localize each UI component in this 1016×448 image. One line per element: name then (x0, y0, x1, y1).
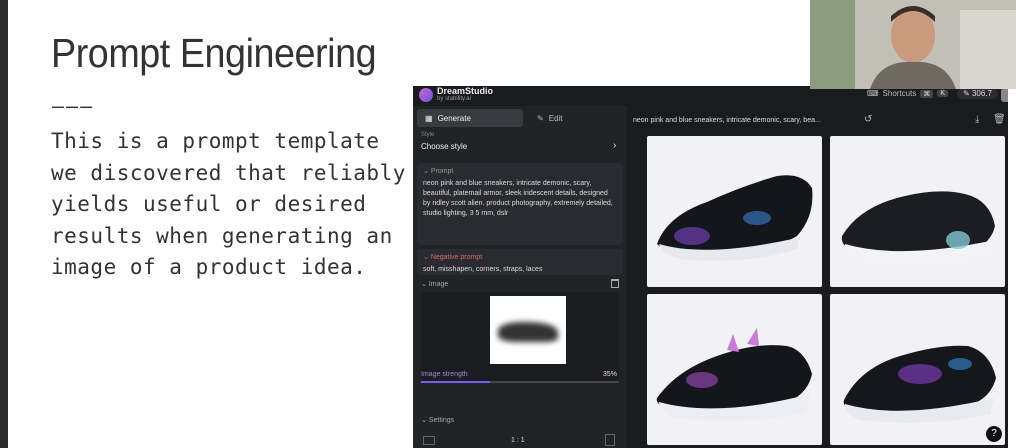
keyboard-icon: ⌨ (867, 89, 879, 98)
aspect-ratio-value: 1 : 1 (511, 437, 525, 444)
avatar[interactable] (1001, 88, 1008, 102)
slide-title: Prompt Engineering (51, 30, 377, 76)
shortcut-key-k: K (937, 90, 949, 97)
sneaker-image (657, 175, 813, 261)
sneaker-image (843, 345, 996, 423)
generation-panel: ▦ Generate ✎ Edit Style Choose style › ⌄… (413, 106, 627, 448)
negative-prompt-textarea[interactable]: soft, misshapen, corners, straps, laces (423, 265, 617, 275)
tab-generate-label: Generate (437, 113, 471, 123)
settings-section-header[interactable]: ⌄ Settings (421, 416, 454, 424)
sneaker-image (841, 191, 995, 267)
init-image-thumbnail (490, 296, 566, 364)
shortcuts-label: Shortcuts (882, 89, 917, 98)
edit-icon: ✎ (537, 113, 544, 123)
credits-icon: ✎ (963, 89, 970, 98)
result-image-2[interactable] (830, 136, 1005, 287)
webcam-feed (810, 0, 1016, 89)
result-prompt-preview: neon pink and blue sneakers, intricate d… (633, 117, 821, 124)
image-strength-value: 35% (603, 371, 618, 378)
tab-edit-label: Edit (548, 113, 563, 123)
negative-prompt-box[interactable]: ⌄ Negative prompt soft, misshapen, corne… (417, 249, 623, 275)
slider-fill (421, 381, 491, 383)
prompt-textarea[interactable]: neon pink and blue sneakers, intricate d… (423, 179, 617, 219)
blurred-shoe-image (498, 322, 558, 342)
style-label: Style (421, 132, 435, 138)
credits-value: 306.7 (971, 89, 992, 98)
help-button[interactable]: ? (986, 426, 1002, 442)
sneaker-image (656, 328, 812, 421)
prompt-box[interactable]: ⌄ Prompt neon pink and blue sneakers, in… (417, 163, 623, 245)
dreamstudio-window: DreamStudio by stability.ai ⌨ Shortcuts … (413, 86, 1008, 448)
init-image-dropzone[interactable] (421, 292, 619, 382)
result-image-1[interactable] (647, 136, 822, 287)
result-image-4[interactable] (830, 294, 1005, 445)
landscape-ratio-icon[interactable] (423, 436, 435, 445)
slide-body-text: This is a prompt template we discovered … (51, 129, 406, 279)
generate-icon: ▦ (425, 113, 433, 123)
tab-generate[interactable]: ▦ Generate (417, 109, 523, 127)
results-panel: neon pink and blue sneakers, intricate d… (627, 106, 1008, 448)
brand-name: DreamStudio (437, 86, 494, 96)
shortcut-key-cmd: ⌘ (920, 89, 934, 98)
dreamstudio-logo (419, 88, 433, 102)
portrait-ratio-icon[interactable] (605, 434, 615, 446)
image-strength-label: Image strength (421, 371, 468, 378)
image-section-header[interactable]: ⌄ Image (421, 280, 448, 288)
result-image-3[interactable] (647, 294, 822, 445)
credits-badge[interactable]: ✎ 306.7 (957, 88, 998, 99)
reuse-prompt-icon[interactable]: ↺ (864, 114, 872, 125)
chevron-right-icon: › (613, 140, 617, 151)
style-select[interactable]: Choose style (421, 142, 467, 151)
tab-edit[interactable]: ✎ Edit (527, 109, 623, 127)
trash-icon[interactable] (611, 279, 619, 288)
delete-icon[interactable]: 🗑 (993, 114, 1006, 125)
prompt-label: ⌄ Prompt (423, 168, 454, 175)
negative-prompt-label: ⌄ Negative prompt (423, 254, 483, 261)
slide-divider: ——— (52, 94, 95, 118)
brand-subtitle: by stability.ai (437, 96, 471, 102)
dreamstudio-topbar: DreamStudio by stability.ai ⌨ Shortcuts … (413, 86, 1008, 106)
image-strength-slider[interactable] (421, 381, 619, 383)
webcam-image (810, 0, 1016, 89)
download-icon[interactable]: ⤓ (975, 114, 979, 125)
shortcuts-button[interactable]: ⌨ Shortcuts ⌘ K (867, 89, 949, 98)
